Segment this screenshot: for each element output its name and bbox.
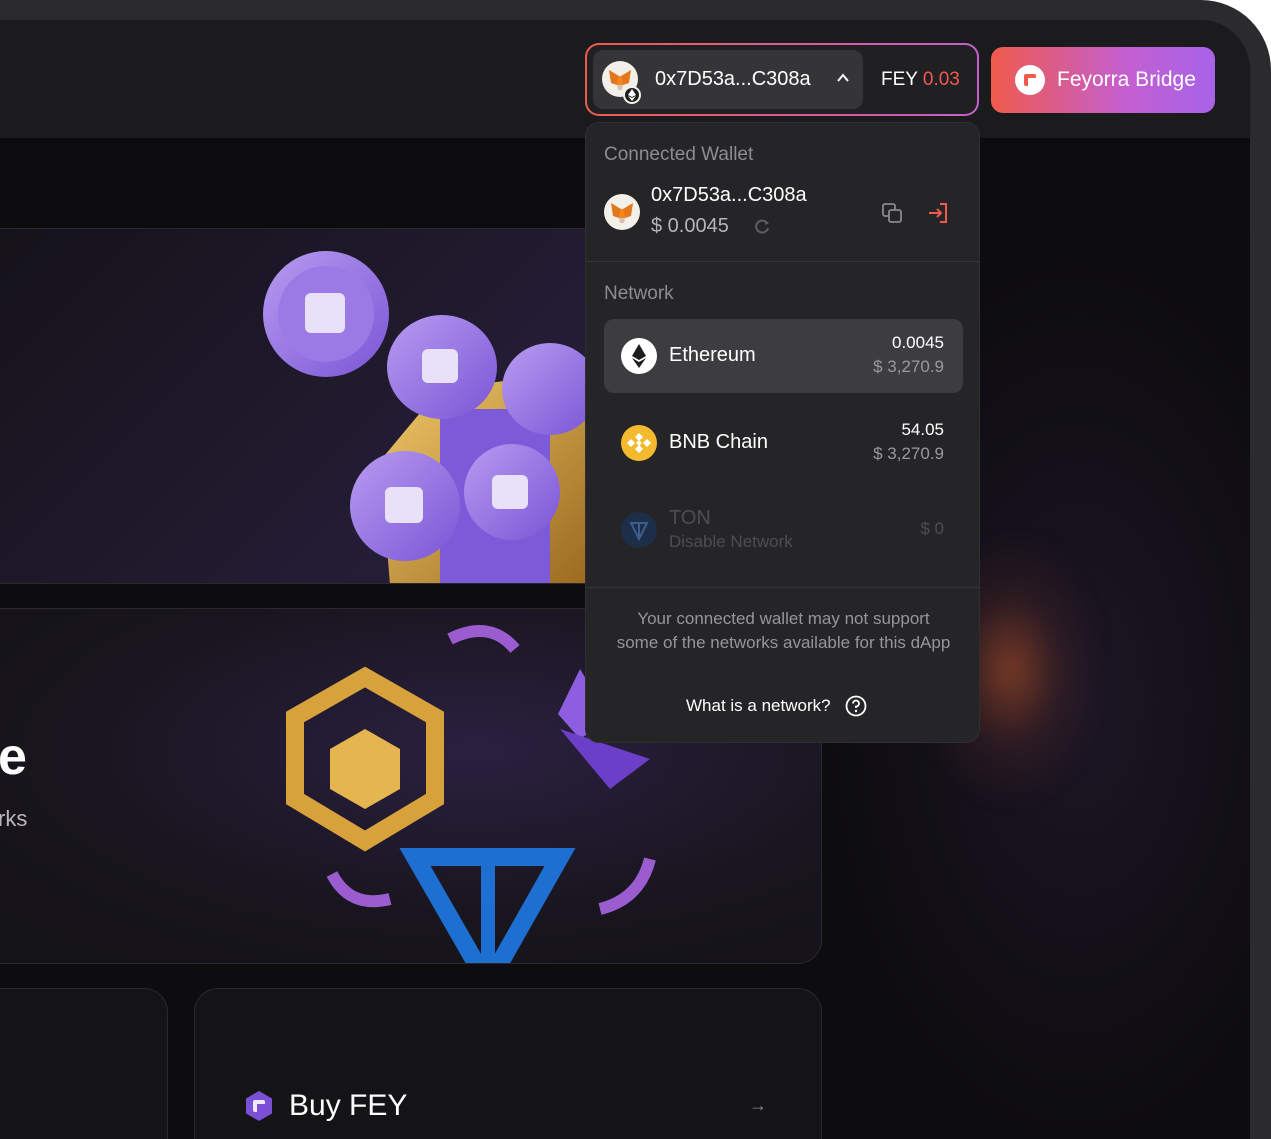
dropdown-divider [586, 261, 979, 262]
buy-fey-card[interactable]: Buy FEY → [194, 988, 822, 1139]
network-usd: $ 3,270.9 [873, 357, 944, 376]
logout-icon[interactable] [926, 201, 950, 225]
network-row-ethereum[interactable]: Ethereum 0.0045 $ 3,270.9 [604, 319, 963, 393]
network-amount: 0.0045 [892, 333, 944, 352]
wallet-address-chip[interactable]: 0x7D53a...C308a [593, 50, 863, 109]
feyorra-logo-icon [1015, 65, 1045, 95]
fey-balance: FEY 0.03 [881, 69, 960, 91]
ethereum-icon [621, 338, 657, 374]
copy-icon[interactable] [880, 201, 904, 225]
network-usd: $ 3,270.9 [873, 444, 944, 463]
feyorra-bridge-button[interactable]: Feyorra Bridge [991, 47, 1215, 113]
bnb-3d-icon [286, 666, 444, 852]
coins-illustration [263, 251, 585, 583]
dropdown-divider [586, 587, 979, 588]
arrow-right-icon[interactable]: → [749, 1095, 767, 1116]
feyorra-hex-icon [246, 1091, 272, 1121]
network-usd: $ 0 [920, 519, 944, 538]
ton-3d-icon [399, 848, 576, 963]
network-support-note: Your connected wallet may not support so… [616, 609, 951, 652]
connected-wallet-title: Connected Wallet [604, 144, 754, 165]
refresh-icon[interactable] [753, 218, 771, 236]
network-row-ton: TON Disable Network $ 0 [604, 493, 963, 567]
chevron-up-icon[interactable] [835, 70, 851, 86]
network-amount: 54.05 [901, 420, 944, 439]
metamask-icon [604, 194, 640, 230]
hero-card [0, 228, 586, 584]
ton-icon [621, 512, 657, 548]
network-help-text[interactable]: What is a network? [686, 696, 831, 716]
network-help-link[interactable]: What is a network? [686, 695, 867, 717]
buy-fey-label: Buy FEY [289, 1089, 408, 1122]
wallet-pill[interactable]: 0x7D53a...C308a FEY 0.03 [585, 43, 979, 116]
fey-symbol: FEY [881, 69, 918, 90]
network-name: Ethereum [669, 344, 756, 366]
connected-wallet-balance: $ 0.0045 [651, 215, 729, 237]
bnb-icon [621, 425, 657, 461]
help-icon[interactable] [845, 695, 867, 717]
network-name: TON [669, 507, 711, 529]
network-row-bnb[interactable]: BNB Chain 54.05 $ 3,270.9 [604, 406, 963, 480]
network-name: BNB Chain [669, 431, 768, 453]
connected-wallet-address: 0x7D53a...C308a [651, 184, 807, 206]
ethereum-badge-icon [623, 86, 641, 104]
wallet-dropdown: Connected Wallet 0x7D53a...C308a $ 0.004… [585, 122, 980, 743]
fey-balance-value: 0.03 [922, 69, 960, 90]
network-disabled-label: Disable Network [669, 532, 793, 551]
bridge-button-label: Feyorra Bridge [1057, 68, 1196, 91]
small-card-left[interactable] [0, 988, 168, 1139]
network-title: Network [604, 283, 674, 304]
wallet-address: 0x7D53a...C308a [655, 68, 811, 90]
